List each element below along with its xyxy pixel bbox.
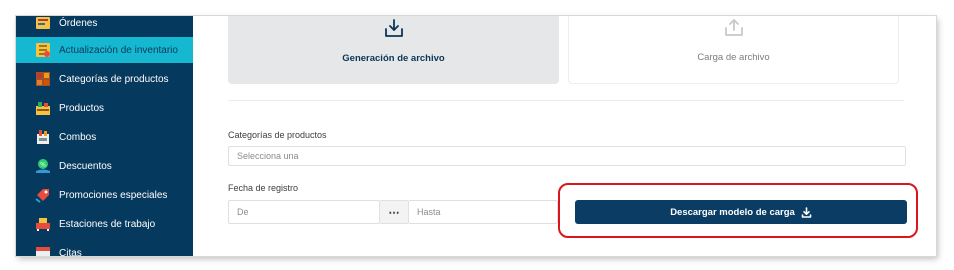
- download-template-label: Descargar modelo de carga: [670, 206, 795, 218]
- sidebar-item-label: Combos: [59, 131, 97, 143]
- upload-tray-icon: [724, 19, 743, 36]
- main-content: Generación de archivo Carga de archivo C…: [193, 16, 936, 256]
- date-from-input[interactable]: De: [228, 200, 380, 224]
- sidebar: Órdenes Actualización de inventario Cate…: [16, 16, 193, 256]
- appointments-icon: [36, 247, 50, 256]
- generate-file-card[interactable]: Generación de archivo: [228, 16, 559, 84]
- sidebar-item-label: Órdenes: [59, 17, 98, 29]
- sidebar-item-label: Citas: [59, 247, 82, 257]
- sidebar-item-special-promotions[interactable]: Promociones especiales: [16, 182, 193, 208]
- special-promotions-icon: [35, 189, 49, 203]
- discounts-icon: %: [36, 159, 50, 173]
- date-range-separator-button[interactable]: ⋯: [380, 200, 408, 224]
- category-field-label: Categorías de productos: [228, 130, 327, 140]
- sidebar-item-label: Actualización de inventario: [59, 44, 178, 56]
- sidebar-item-product-categories[interactable]: Categorías de productos: [16, 66, 193, 92]
- generate-file-label: Generación de archivo: [342, 53, 445, 64]
- date-field-label: Fecha de registro: [228, 183, 299, 193]
- sidebar-item-label: Categorías de productos: [59, 73, 169, 85]
- download-tray-icon: [384, 19, 403, 37]
- sidebar-item-combos[interactable]: Combos: [16, 124, 193, 150]
- download-template-button[interactable]: Descargar modelo de carga: [575, 200, 907, 224]
- sidebar-item-label: Estaciones de trabajo: [59, 218, 156, 230]
- sidebar-item-label: Productos: [59, 102, 105, 114]
- sidebar-item-orders[interactable]: Órdenes: [16, 16, 193, 36]
- sidebar-item-label: Descuentos: [59, 160, 112, 172]
- sidebar-item-inventory-update[interactable]: Actualización de inventario: [16, 37, 193, 63]
- combos-icon: [37, 130, 49, 144]
- upload-file-card[interactable]: Carga de archivo: [568, 16, 899, 84]
- svg-text:%: %: [40, 162, 46, 169]
- download-icon: [801, 206, 812, 218]
- sidebar-item-discounts[interactable]: % Descuentos: [16, 153, 193, 179]
- section-divider: [228, 100, 904, 101]
- sidebar-item-workstations[interactable]: Estaciones de trabajo: [16, 211, 193, 237]
- orders-icon: [36, 17, 50, 29]
- date-to-input[interactable]: Hasta: [408, 200, 558, 224]
- app-window: Órdenes Actualización de inventario Cate…: [16, 16, 936, 256]
- products-icon: [36, 102, 50, 115]
- workstations-icon: [36, 218, 50, 231]
- inventory-update-icon: [36, 43, 50, 57]
- category-select[interactable]: Selecciona una: [228, 146, 906, 166]
- product-categories-icon: [36, 72, 50, 86]
- sidebar-item-products[interactable]: Productos: [16, 95, 193, 121]
- upload-file-label: Carga de archivo: [697, 52, 770, 63]
- sidebar-item-label: Promociones especiales: [59, 189, 168, 201]
- sidebar-item-appointments[interactable]: Citas: [16, 240, 193, 256]
